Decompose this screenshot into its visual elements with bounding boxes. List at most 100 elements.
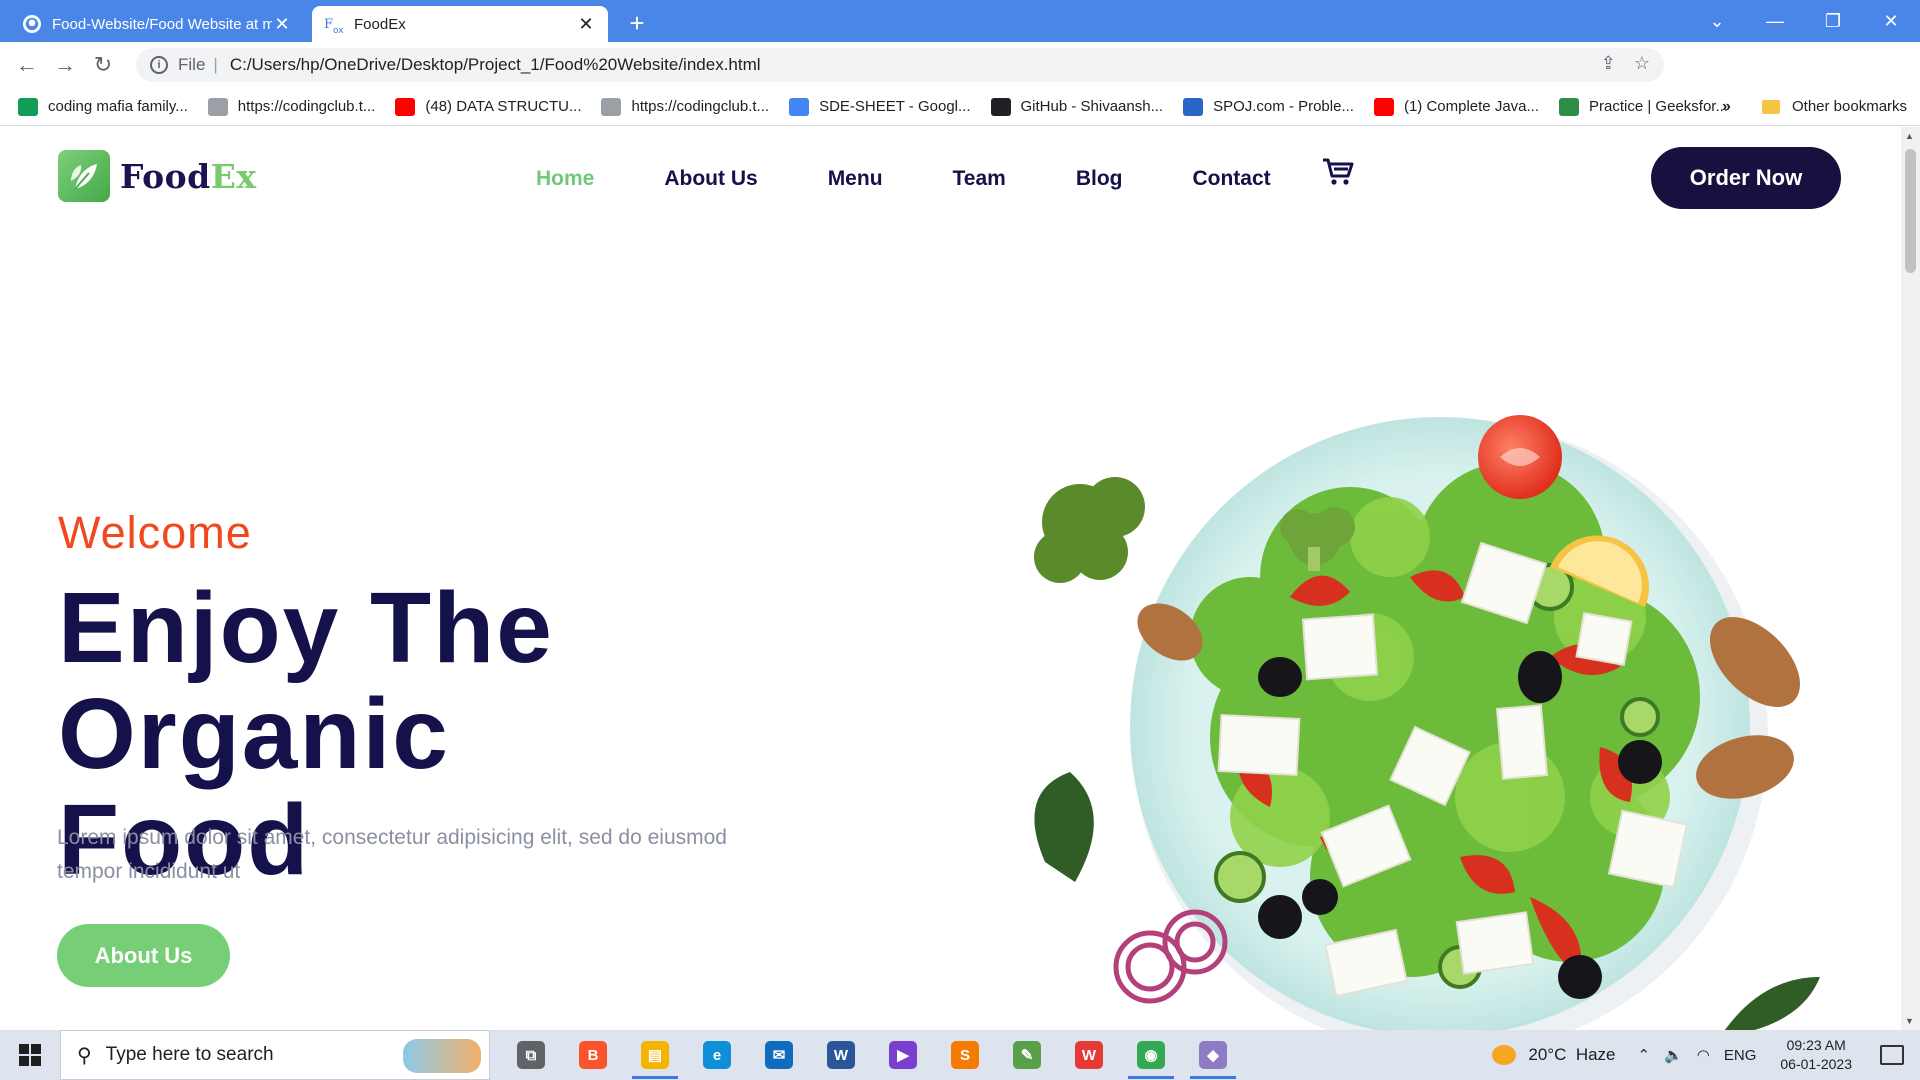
search-icon: ⚲ (77, 1044, 92, 1067)
nav-home[interactable]: Home (536, 167, 594, 191)
windows-taskbar: ⚲ Type here to search ⧉ B ▤ e ✉ W ▶ S ✎ W ◉ ◆ 20°C … (0, 1030, 1920, 1080)
youtube-icon (395, 97, 416, 116)
cart-icon[interactable] (1322, 157, 1354, 192)
bookmark-label: coding mafia family... (48, 98, 188, 115)
nav-contact[interactable]: Contact (1192, 167, 1270, 191)
tab-title: FoodEx (354, 15, 406, 33)
bulb-icon (207, 97, 228, 116)
taskbar-app[interactable]: B (562, 1030, 624, 1080)
tab-foodex[interactable]: Fox FoodEx ✕ (312, 6, 608, 42)
chevron-up-icon[interactable]: ⌃ (1638, 1046, 1651, 1064)
site-info-icon[interactable]: i (150, 56, 168, 74)
window-controls: ⌄ — ❐ ✕ (1688, 0, 1920, 42)
paint-icon: ✎ (1013, 1041, 1041, 1069)
nav-menu[interactable]: Menu (828, 167, 883, 191)
close-tab-icon[interactable]: ✕ (272, 14, 292, 35)
bookmark-item[interactable]: coding mafia family... (18, 97, 188, 116)
weather-icon (1492, 1045, 1517, 1065)
minimize-button[interactable]: — (1746, 11, 1804, 32)
logo-text: FoodEx (120, 157, 257, 196)
bookmark-item[interactable]: https://codingclub.t... (601, 97, 770, 116)
taskbar-app[interactable]: ◆ (1182, 1030, 1244, 1080)
taskbar-app[interactable]: ⧉ (500, 1030, 562, 1080)
logo-text-primary: Food (120, 156, 211, 196)
gfg-icon (1559, 97, 1580, 116)
bookmark-item[interactable]: (1) Complete Java... (1373, 97, 1539, 116)
forward-icon[interactable]: → (46, 52, 84, 78)
tab-github[interactable]: Food-Website/Food Website at m ✕ (10, 6, 304, 42)
wifi-icon[interactable]: ◠ (1697, 1046, 1710, 1064)
taskbar-app[interactable]: ▶ (872, 1030, 934, 1080)
volume-icon[interactable]: 🔈 (1664, 1046, 1683, 1064)
taskbar-search-placeholder: Type here to search (105, 1044, 274, 1065)
file-explorer-icon: ▤ (641, 1041, 669, 1069)
clock-date: 06-01-2023 (1780, 1056, 1852, 1072)
bookmark-item[interactable]: SDE-SHEET - Googl... (789, 97, 971, 116)
back-icon[interactable]: ← (8, 52, 46, 78)
bookmark-label: https://codingclub.t... (237, 98, 376, 115)
vs-icon: ▶ (889, 1041, 917, 1069)
omnibox-actions: ⇪ ☆ (1601, 53, 1650, 74)
bookmark-label: https://codingclub.t... (631, 98, 770, 115)
restore-button[interactable]: ❐ (1804, 11, 1862, 32)
nav-about-us[interactable]: About Us (664, 167, 757, 191)
page-viewport: FoodEx Home About Us Menu Team Blog Contact O… (0, 127, 1920, 1030)
bookmark-star-icon[interactable]: ☆ (1634, 53, 1650, 74)
taskbar-app[interactable]: e (686, 1030, 748, 1080)
bookmark-item[interactable]: GitHub - Shivaansh... (990, 97, 1163, 116)
share-icon[interactable]: ⇪ (1601, 53, 1616, 74)
notifications-icon[interactable] (1880, 1045, 1904, 1065)
github-icon (990, 97, 1011, 116)
nav-team[interactable]: Team (953, 167, 1006, 191)
clock[interactable]: 09:23 AM 06-01-2023 (1780, 1036, 1852, 1074)
github-icon (22, 14, 42, 34)
weather-widget[interactable]: 20°C Haze (1492, 1045, 1616, 1065)
bookmark-item[interactable]: SPOJ.com - Proble... (1183, 97, 1354, 116)
hero-description: Lorem ipsum dolor sit amet, consectetur … (57, 826, 727, 883)
page-scrollbar[interactable]: ▲ ▼ (1901, 127, 1920, 1030)
site-logo[interactable]: FoodEx (58, 150, 257, 202)
scroll-thumb[interactable] (1905, 149, 1916, 273)
bookmark-item[interactable]: Practice | Geeksfor... (1559, 97, 1728, 116)
taskbar-app[interactable]: ✎ (996, 1030, 1058, 1080)
tab-search-icon[interactable]: ⌄ (1688, 11, 1746, 32)
order-now-button[interactable]: Order Now (1651, 147, 1841, 209)
bookmark-label: Practice | Geeksfor... (1589, 98, 1728, 115)
leaf-icon (58, 150, 110, 202)
taskbar-app[interactable]: ▤ (624, 1030, 686, 1080)
other-bookmarks-label: Other bookmarks (1792, 98, 1908, 115)
search-highlight-icon (403, 1039, 481, 1073)
youtube-icon (1373, 97, 1394, 116)
other-bookmarks[interactable]: Other bookmarks (1762, 98, 1907, 115)
svg-text:ox: ox (333, 26, 344, 34)
taskbar-app[interactable]: W (1058, 1030, 1120, 1080)
brave-icon: B (579, 1041, 607, 1069)
address-bar[interactable]: i File | C:/Users/hp/OneDrive/Desktop/Pr… (136, 48, 1664, 82)
new-tab-button[interactable]: + (622, 8, 652, 38)
close-window-button[interactable]: ✕ (1862, 11, 1920, 32)
windows-start-icon[interactable] (0, 1030, 60, 1080)
taskbar-app[interactable]: W (810, 1030, 872, 1080)
more-bookmarks-button[interactable]: » (1722, 98, 1731, 116)
hero-welcome: Welcome (58, 507, 252, 558)
mail-icon: ✉ (765, 1041, 793, 1069)
about-us-button[interactable]: About Us (57, 924, 230, 987)
scroll-up-icon[interactable]: ▲ (1905, 131, 1914, 141)
bookmark-item[interactable]: https://codingclub.t... (207, 97, 376, 116)
nav-blog[interactable]: Blog (1076, 167, 1123, 191)
taskbar-app[interactable]: S (934, 1030, 996, 1080)
tab-strip: Food-Website/Food Website at m ✕ Fox Foo… (0, 0, 1920, 42)
taskbar-app[interactable]: ◉ (1120, 1030, 1182, 1080)
url-text[interactable]: C:/Users/hp/OneDrive/Desktop/Project_1/F… (230, 55, 761, 75)
reload-icon[interactable]: ↻ (84, 52, 122, 78)
sheets-icon (18, 97, 38, 116)
bookmark-item[interactable]: (48) DATA STRUCTU... (395, 97, 581, 116)
scroll-down-icon[interactable]: ▼ (1905, 1016, 1914, 1026)
bookmark-label: SPOJ.com - Proble... (1213, 98, 1354, 115)
language-indicator[interactable]: ENG (1724, 1047, 1757, 1064)
taskbar-search[interactable]: ⚲ Type here to search (60, 1030, 490, 1080)
close-tab-icon[interactable]: ✕ (576, 14, 596, 35)
task-view-icon: ⧉ (517, 1041, 545, 1069)
taskbar-apps: ⧉ B ▤ e ✉ W ▶ S ✎ W ◉ ◆ (500, 1030, 1244, 1080)
taskbar-app[interactable]: ✉ (748, 1030, 810, 1080)
